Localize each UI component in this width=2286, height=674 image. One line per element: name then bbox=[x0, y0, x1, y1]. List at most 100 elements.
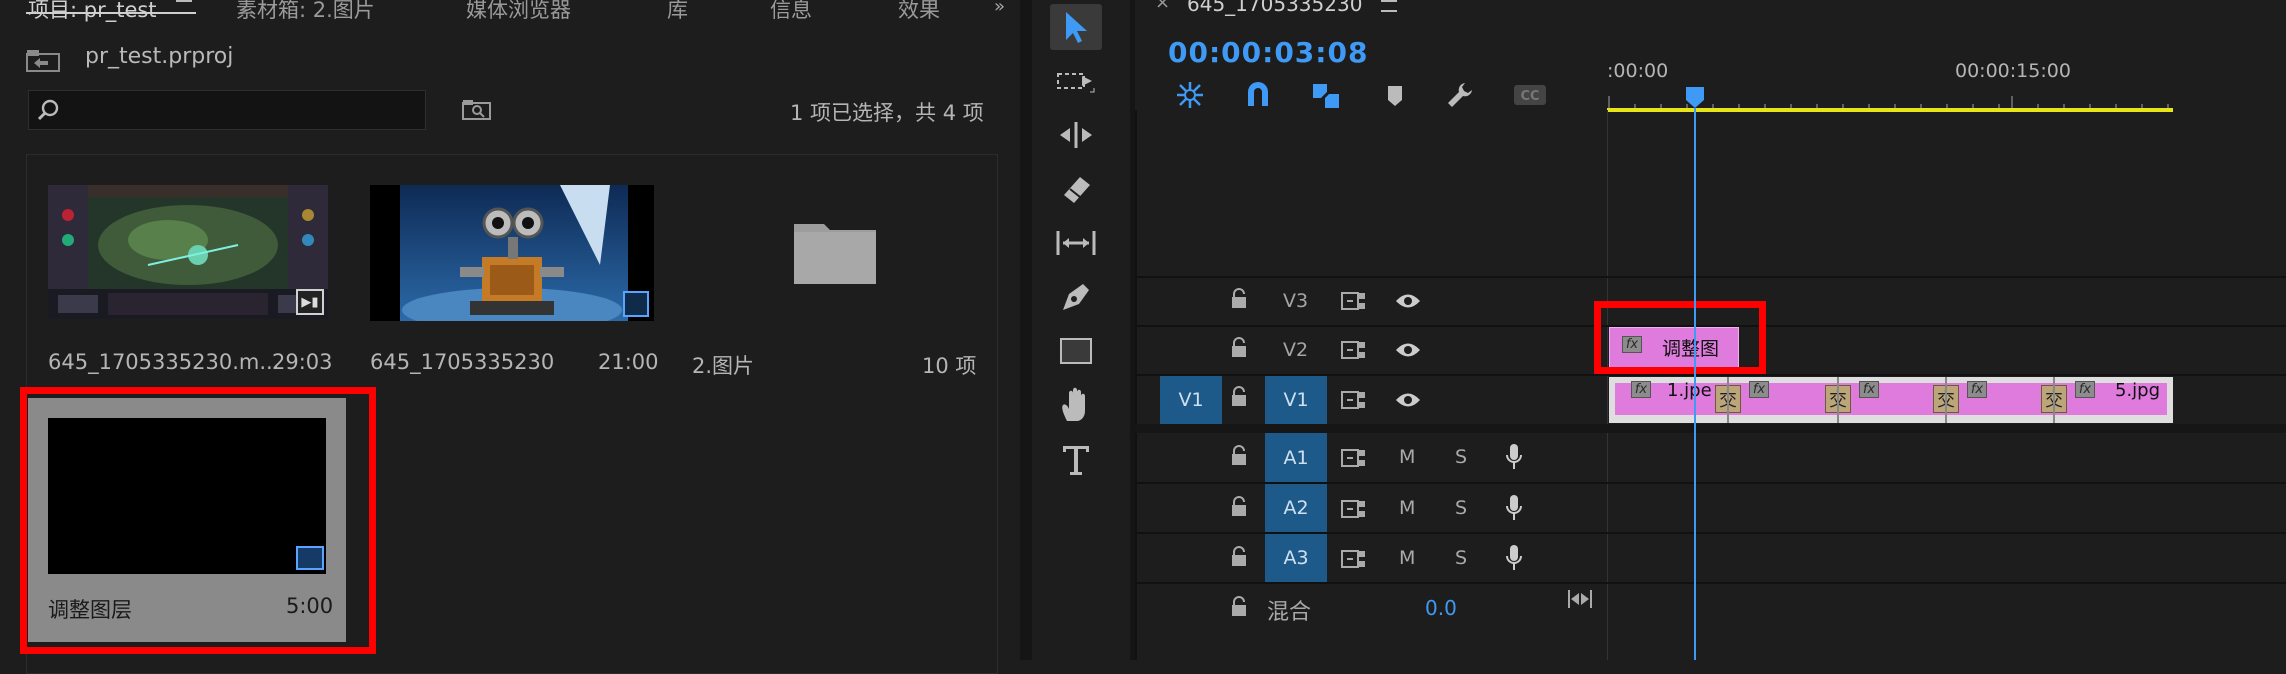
item-thumbnail-image-robot[interactable] bbox=[370, 185, 654, 321]
track-lock-icon[interactable] bbox=[1231, 596, 1247, 622]
mute-button[interactable]: M bbox=[1399, 547, 1415, 569]
track-lock-icon[interactable] bbox=[1231, 546, 1247, 572]
highlight-box-adjustment-layer bbox=[20, 387, 376, 654]
highlight-box-adjustment-clip bbox=[1594, 301, 1766, 374]
mix-label: 混合 bbox=[1267, 600, 1312, 625]
mute-button[interactable]: M bbox=[1399, 497, 1415, 519]
snap-magnet-icon[interactable] bbox=[1243, 80, 1273, 110]
track-lock-icon[interactable] bbox=[1231, 288, 1247, 314]
track-target-v1[interactable]: V1 bbox=[1265, 376, 1327, 424]
track-lock-icon[interactable] bbox=[1231, 337, 1247, 363]
nest-sequence-icon[interactable] bbox=[1175, 80, 1205, 110]
clip-edge bbox=[1727, 377, 1729, 423]
add-marker-icon[interactable] bbox=[1385, 84, 1405, 108]
item-duration: 29:03 bbox=[272, 350, 333, 374]
tab-bin[interactable]: 素材箱: 2.图片 bbox=[236, 0, 375, 24]
track-eye-icon[interactable] bbox=[1395, 391, 1421, 413]
clip-edge bbox=[1945, 377, 1947, 423]
solo-button[interactable]: S bbox=[1455, 497, 1467, 519]
svg-text:CC: CC bbox=[1520, 89, 1539, 104]
video-audio-divider bbox=[1135, 424, 2286, 433]
mute-button[interactable]: M bbox=[1399, 446, 1415, 468]
track-target-a3[interactable]: A3 bbox=[1265, 534, 1327, 582]
item-name: 645_1705335230 bbox=[370, 350, 555, 374]
sync-lock-icon[interactable] bbox=[1341, 340, 1367, 364]
tab-effects[interactable]: 效果 bbox=[898, 0, 940, 24]
time-ruler[interactable] bbox=[1607, 88, 2286, 112]
track-eye-icon[interactable] bbox=[1395, 341, 1421, 363]
ruler-label-start: :00:00 bbox=[1607, 60, 1669, 82]
folder-icon[interactable] bbox=[792, 218, 878, 286]
item-name: 2.图片 bbox=[692, 354, 755, 378]
mix-volume-value[interactable]: 0.0 bbox=[1425, 596, 1457, 620]
hand-tool[interactable] bbox=[1050, 382, 1102, 428]
sync-lock-icon[interactable] bbox=[1341, 448, 1367, 472]
tab-overflow-icon[interactable]: » bbox=[994, 0, 1005, 17]
search-box[interactable] bbox=[28, 90, 426, 130]
track-target-a2[interactable]: A2 bbox=[1265, 484, 1327, 532]
timeline-tab-menu-icon[interactable] bbox=[1381, 0, 1397, 12]
source-patch-v1[interactable]: V1 bbox=[1160, 376, 1222, 424]
track-lock-icon[interactable] bbox=[1231, 445, 1247, 471]
solo-button[interactable]: S bbox=[1455, 547, 1467, 569]
project-panel: 项目: pr_test 素材箱: 2.图片 媒体浏览器 库 信息 效果 » pr… bbox=[0, 0, 1020, 674]
sync-lock-icon[interactable] bbox=[1341, 390, 1367, 414]
timeline-close-icon[interactable]: × bbox=[1155, 0, 1170, 13]
track-header-v3: V3 bbox=[1135, 278, 1607, 325]
rectangle-tool[interactable] bbox=[1050, 328, 1102, 374]
voiceover-mic-icon[interactable] bbox=[1505, 443, 1523, 475]
clip-name-first: 1.jpe bbox=[1667, 380, 1712, 401]
project-file-name: pr_test.prproj bbox=[85, 44, 234, 69]
tools-panel bbox=[1032, 0, 1130, 660]
track-header-a3: A3 M S bbox=[1135, 534, 1607, 582]
sync-lock-icon[interactable] bbox=[1341, 499, 1367, 523]
linked-selection-icon[interactable] bbox=[1311, 80, 1341, 110]
track-header-separator bbox=[1607, 110, 1608, 660]
timeline-tab[interactable]: 645_1705335230 bbox=[1187, 0, 1362, 16]
pen-tool[interactable] bbox=[1050, 274, 1102, 320]
timeline-settings-wrench-icon[interactable] bbox=[1445, 80, 1475, 110]
ruler-label-15s: 00:00:15:00 bbox=[1955, 60, 2071, 82]
track-target-label[interactable]: V3 bbox=[1283, 290, 1308, 312]
track-lock-icon[interactable] bbox=[1231, 496, 1247, 522]
track-eye-icon[interactable] bbox=[1395, 292, 1421, 314]
track-target-a1[interactable]: A1 bbox=[1265, 433, 1327, 482]
sync-lock-icon[interactable] bbox=[1341, 291, 1367, 315]
playhead-line bbox=[1694, 108, 1696, 660]
item-duration: 21:00 bbox=[598, 350, 659, 374]
track-select-tool[interactable] bbox=[1050, 58, 1102, 104]
voiceover-mic-icon[interactable] bbox=[1505, 544, 1523, 576]
item-duration: 10 项 bbox=[922, 354, 977, 378]
image-badge-icon bbox=[623, 291, 649, 317]
find-in-bin-icon[interactable] bbox=[462, 98, 492, 120]
clip-name-last: 5.jpg bbox=[2115, 380, 2161, 401]
selection-tool[interactable] bbox=[1050, 4, 1102, 50]
playhead-handle-icon[interactable] bbox=[1685, 86, 1705, 110]
fx-badge-icon: fx bbox=[1749, 381, 1769, 398]
ripple-edit-tool[interactable] bbox=[1050, 112, 1102, 158]
solo-button[interactable]: S bbox=[1455, 446, 1467, 468]
tab-media-browser[interactable]: 媒体浏览器 bbox=[466, 0, 571, 24]
tab-libraries[interactable]: 库 bbox=[667, 0, 688, 24]
captions-cc-icon[interactable]: CC bbox=[1513, 84, 1547, 106]
search-icon bbox=[37, 99, 59, 121]
tab-info[interactable]: 信息 bbox=[770, 0, 812, 24]
mix-track-row: 混合 0.0 bbox=[1135, 584, 1607, 634]
fx-badge-icon: fx bbox=[2075, 381, 2095, 398]
clip-edge bbox=[1837, 377, 1839, 423]
fx-badge-icon: fx bbox=[1859, 381, 1879, 398]
razor-tool[interactable] bbox=[1050, 166, 1102, 212]
voiceover-mic-icon[interactable] bbox=[1505, 494, 1523, 526]
item-thumbnail-video-game[interactable]: ▶▮ bbox=[48, 185, 328, 319]
slip-tool[interactable] bbox=[1050, 220, 1102, 266]
track-target-label[interactable]: V2 bbox=[1283, 339, 1308, 361]
type-tool[interactable] bbox=[1050, 436, 1102, 482]
playhead-timecode[interactable]: 00:00:03:08 bbox=[1168, 36, 1368, 69]
panel-divider bbox=[1020, 0, 1032, 660]
sync-lock-icon[interactable] bbox=[1341, 549, 1367, 573]
search-input[interactable] bbox=[69, 97, 413, 125]
bin-up-icon[interactable] bbox=[26, 48, 60, 72]
go-to-in-out-icon[interactable] bbox=[1567, 588, 1593, 614]
track-header-a2: A2 M S bbox=[1135, 484, 1607, 532]
track-lock-icon[interactable] bbox=[1231, 386, 1247, 412]
